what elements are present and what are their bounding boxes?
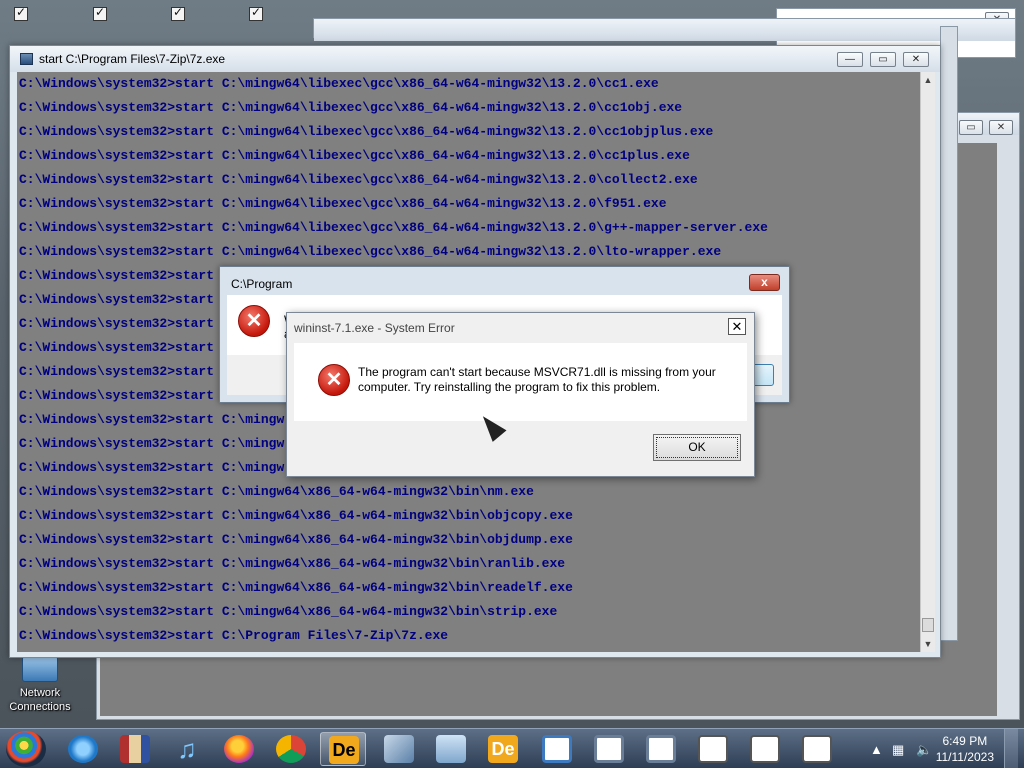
close-button[interactable]: ✕ (903, 52, 929, 67)
taskbar-archive[interactable] (112, 732, 158, 766)
taskbar-app[interactable] (376, 732, 422, 766)
doc-icon-2 (750, 735, 780, 763)
taskbar-ie[interactable] (60, 732, 106, 766)
start-button[interactable] (6, 731, 46, 767)
clock-date: 11/11/2023 (935, 750, 994, 764)
network-connections-icon[interactable]: Network Connections (3, 656, 77, 714)
background-window-3[interactable] (313, 18, 1016, 41)
restore-icon[interactable]: ▭ (959, 120, 983, 135)
scroll-down-icon[interactable]: ▼ (921, 636, 935, 652)
taskbar-de-2[interactable]: De (480, 732, 526, 766)
network-tray-icon[interactable]: ▦ (892, 742, 904, 758)
notepad-icon (436, 735, 466, 763)
console-title-bar[interactable]: start C:\Program Files\7-Zip\7z.exe — ▭ … (10, 46, 940, 72)
console-line: C:\Windows\system32>start C:\Program Fil… (19, 628, 449, 643)
console-line: C:\Windows\system32>start C:\mingw64\lib… (19, 220, 768, 235)
console-app-icon (20, 53, 33, 65)
background-window-1[interactable] (940, 26, 958, 641)
desktop-checkbox-1[interactable] (14, 5, 28, 21)
app-icon (384, 735, 414, 763)
close-icon[interactable]: ✕ (989, 120, 1013, 135)
window-icon-3 (646, 735, 676, 763)
archive-icon (120, 735, 150, 763)
program-dialog-close-button[interactable]: x (749, 274, 780, 291)
console-line: C:\Windows\system32>start C:\mingw64\lib… (19, 100, 683, 115)
taskbar-chrome[interactable] (268, 732, 314, 766)
taskbar: ♫ De De ▲ ▦ 🔈 6:49 PM 11/11/2023 (0, 728, 1024, 768)
taskbar-window-2[interactable] (586, 732, 632, 766)
console-line: C:\Windows\system32>start C:\mingw64\x86… (19, 508, 573, 523)
system-tray: ▲ ▦ 🔈 6:49 PM 11/11/2023 (868, 729, 1018, 768)
desktop-checkbox-3[interactable] (171, 5, 185, 21)
program-dialog-title: C:\Program (231, 277, 293, 291)
error-dialog-title: wininst-7.1.exe - System Error (294, 321, 455, 335)
network-icon (22, 656, 58, 682)
taskbar-doc-1[interactable] (690, 732, 736, 766)
console-line: C:\Windows\system32>start C:\mingw64\lib… (19, 172, 698, 187)
console-line: C:\Windows\system32>start C:\mingw64\lib… (19, 196, 667, 211)
taskbar-music[interactable]: ♫ (164, 732, 210, 766)
console-line: C:\Windows\system32>start C:\mingw64\x86… (19, 532, 573, 547)
firefox-icon (224, 735, 254, 763)
console-title: start C:\Program Files\7-Zip\7z.exe (39, 52, 226, 66)
minimize-button[interactable]: — (837, 52, 863, 67)
system-error-dialog[interactable]: wininst-7.1.exe - System Error ✕ ✕ The p… (286, 312, 755, 477)
console-line: C:\Windows\system32>start C:\mingw64\lib… (19, 244, 722, 259)
maximize-button[interactable]: ▭ (870, 52, 896, 67)
error-dialog-close-button[interactable]: ✕ (728, 318, 746, 335)
console-line: C:\Windows\system32>start C:\mingw64\x86… (19, 604, 558, 619)
show-desktop-button[interactable] (1004, 729, 1018, 768)
ok-button[interactable]: OK (653, 434, 741, 461)
clock-time: 6:49 PM (942, 734, 988, 748)
desktop-checkbox-4[interactable] (249, 5, 263, 21)
chrome-icon (276, 735, 306, 763)
error-icon: ✕ (238, 305, 270, 337)
de-icon: De (329, 736, 359, 764)
network-icon-label: Network Connections (9, 687, 71, 713)
volume-muted-icon[interactable]: 🔈 (916, 742, 932, 758)
console-scrollbar[interactable]: ▲ ▼ (920, 72, 935, 652)
doc-icon-3 (802, 735, 832, 763)
window-icon (542, 735, 572, 763)
clock[interactable]: 6:49 PM 11/11/2023 (936, 733, 994, 765)
taskbar-de[interactable]: De (320, 732, 366, 766)
scroll-thumb[interactable] (922, 618, 934, 632)
console-line: C:\Windows\system32>start C:\mingw64\lib… (19, 148, 690, 163)
scroll-up-icon[interactable]: ▲ (921, 72, 935, 88)
desktop-checkbox-2[interactable] (93, 5, 107, 21)
taskbar-window-3[interactable] (638, 732, 684, 766)
console-line: C:\Windows\system32>start C:\mingw64\x86… (19, 580, 573, 595)
de-icon-2: De (488, 735, 518, 763)
taskbar-firefox[interactable] (216, 732, 262, 766)
error-message: The program can't start because MSVCR71.… (358, 365, 716, 394)
taskbar-doc-2[interactable] (742, 732, 788, 766)
ie-icon (68, 735, 98, 763)
taskbar-notepad[interactable] (428, 732, 474, 766)
console-line: C:\Windows\system32>start C:\mingw64\x86… (19, 484, 534, 499)
doc-icon (698, 735, 728, 763)
console-line: C:\Windows\system32>start C:\mingw64\lib… (19, 76, 659, 91)
taskbar-window-1[interactable] (534, 732, 580, 766)
error-dialog-body: ✕ The program can't start because MSVCR7… (294, 343, 747, 421)
music-icon: ♫ (177, 734, 197, 764)
taskbar-doc-3[interactable] (794, 732, 840, 766)
console-line: C:\Windows\system32>start C:\mingw64\lib… (19, 124, 714, 139)
window-icon-2 (594, 735, 624, 763)
console-line: C:\Windows\system32>start C:\mingw64\x86… (19, 556, 566, 571)
error-icon: ✕ (318, 364, 350, 396)
show-hidden-icons-icon[interactable]: ▲ (870, 742, 883, 757)
